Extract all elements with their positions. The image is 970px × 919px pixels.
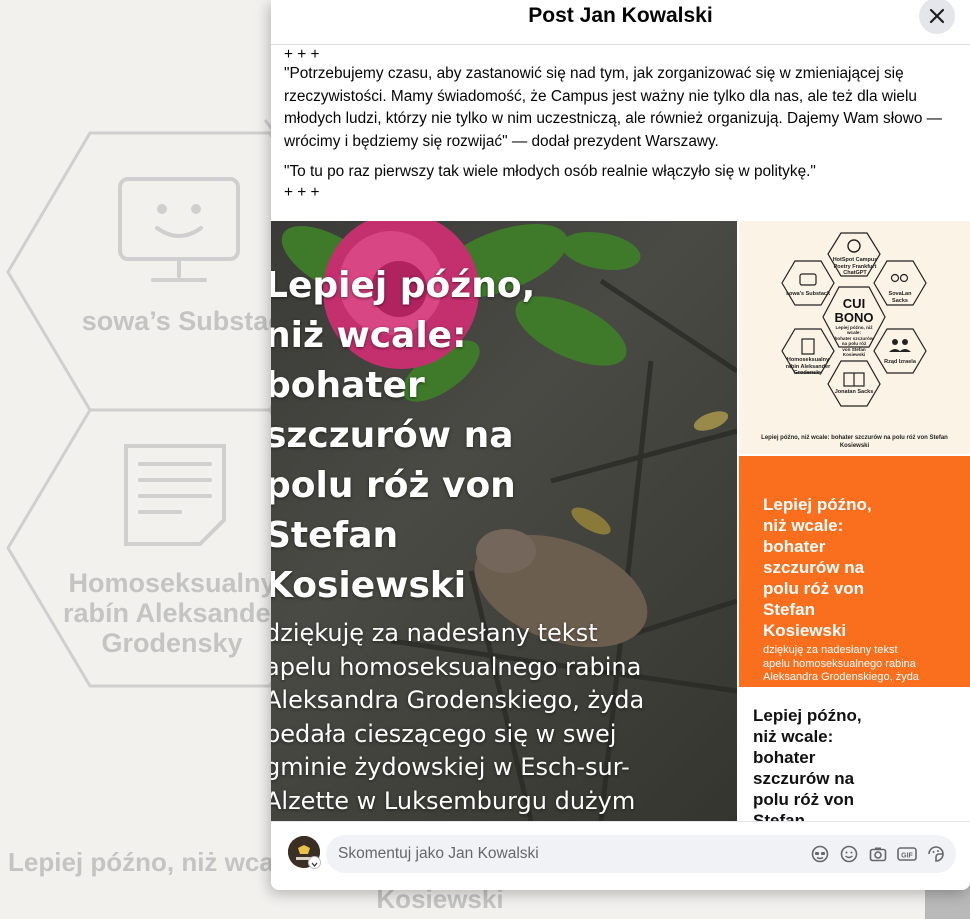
infographic-cell-5: Rząd Izraela (884, 359, 916, 365)
thumb2-title: Lepiej późno, niż wcale: bohater szczuró… (763, 494, 963, 641)
thumb2-body-line: apelu homoseksualnego rabina (763, 657, 916, 670)
comment-placeholder: Skomentuj jako Jan Kowalski (338, 845, 539, 862)
thumb3-title: Lepiej późno, niż wcale: bohater szczuró… (753, 705, 953, 821)
thumb2-body-line: dziękuję za nadesłany tekst (763, 644, 898, 656)
thumb3-title-line: Stefan (753, 811, 805, 821)
avatar-sticker-icon[interactable] (810, 844, 830, 864)
document-icon (801, 338, 815, 355)
openai-icon (847, 239, 861, 253)
comment-input[interactable]: Skomentuj jako Jan Kowalski GIF (326, 835, 956, 873)
post-paragraph-2: "To tu po raz pierwszy tak wiele młodych… (284, 163, 816, 180)
post-photo-main[interactable]: Lepiej późno, niż wcale: bohater szczuró… (271, 221, 737, 821)
infographic-cell-6: Jonatan Sacks (834, 389, 874, 395)
photo-title-line: niż wcale: (271, 315, 467, 356)
photo-overlay-text: Lepiej późno, niż wcale: bohater szczuró… (271, 261, 735, 818)
photo-title-line: polu róż von (271, 465, 516, 506)
post-marker-top: + + + (284, 46, 320, 63)
center-sub-line: Lepiej późno, niż wcale: (835, 325, 873, 336)
infographic-cell-2: sowa's Substack (785, 291, 831, 297)
photo-body-line: gminie żydowskiej w Esch-sur- (271, 753, 630, 781)
thumb2-title-line: Lepiej późno, (763, 495, 872, 514)
emoji-icon[interactable] (839, 844, 859, 864)
thumb2-body: dziękuję za nadesłany tekst apelu homose… (763, 644, 963, 685)
post-modal: Post Jan Kowalski + + + "Potrzebujemy cz… (271, 0, 970, 890)
thumb2-title-line: niż wcale: (763, 516, 844, 535)
photo-body-line: Alzette w Luksemburgu dużym (271, 786, 636, 815)
thumb3-title-line: bohater (753, 748, 816, 767)
photo-body-line: Aleksandra Grodenskiego, żyda (271, 686, 645, 714)
infographic-cell-4: Homoseksualny rabin Aleksander Grodensky (785, 357, 831, 376)
photo-title: Lepiej późno, niż wcale: bohater szczuró… (271, 261, 735, 611)
sticker-icon[interactable] (926, 844, 946, 864)
thumb2-title-line: polu róż von (763, 579, 865, 598)
comment-input-icons: GIF (810, 844, 946, 864)
post-marker-bottom: + + + (284, 183, 320, 201)
thumb2-title-line: Kosiewski (763, 621, 847, 640)
thumb3-title-line: Lepiej późno, (753, 706, 862, 725)
bg-caption: Lepiej późno, niż wcale (8, 847, 296, 877)
gif-icon[interactable]: GIF (897, 844, 917, 864)
infographic-caption: Lepiej późno, niż wcale: bohater szczuró… (761, 435, 948, 449)
post-photo-thumb-orange[interactable]: Lepiej późno, niż wcale: bohater szczuró… (739, 456, 970, 687)
camera-icon[interactable] (868, 844, 888, 864)
monitor-smiley-icon (118, 177, 240, 282)
comment-bar: Skomentuj jako Jan Kowalski GIF (271, 821, 970, 890)
photo-title-line: bohater (271, 365, 425, 406)
photo-title-line: szczurów na (271, 415, 514, 456)
thumb2-title-line: Stefan (763, 600, 815, 619)
owl-icon (890, 273, 900, 283)
monitor-smiley-icon (799, 273, 817, 286)
thumb3-title-line: polu róż von (753, 790, 855, 809)
photo-body-line: dziękuję za nadesłany tekst (271, 619, 598, 647)
thumb2-title-line: bohater (763, 537, 826, 556)
infographic-cell-1: HotSpot Campus Poetry Frankfurt ChatGPT (832, 257, 878, 276)
post-text: + + + "Potrzebujemy czasu, aby zastanowi… (284, 47, 960, 202)
avatar-dropdown-icon[interactable] (308, 856, 321, 869)
photo-title-line: Kosiewski (271, 565, 467, 606)
infographic-center-title: CUI BONO (834, 296, 874, 325)
photo-body-line: apelu homoseksualnego rabina (271, 652, 642, 681)
center-sub-line: Kosiewski (842, 352, 866, 358)
photo-body: dziękuję za nadesłany tekst apelu homose… (271, 617, 735, 818)
svg-text:GIF: GIF (901, 853, 913, 860)
thumb2-title-line: szczurów na (763, 558, 865, 577)
thumb3-title-line: niż wcale: (753, 727, 834, 746)
thumb2-body-line: Aleksandra Grodenskiego, żyda (763, 671, 919, 683)
people-icon (892, 339, 898, 345)
document-icon (124, 444, 226, 546)
post-paragraph-1: "Potrzebujemy czasu, aby zastanowić się … (284, 65, 943, 150)
thumb3-title-line: szczurów na (753, 769, 855, 788)
infographic-cell-3: SovaLan Sacks (888, 291, 912, 304)
photo-body-line: pedała cieszącego się w swej (271, 719, 617, 748)
close-icon (929, 8, 945, 24)
close-button[interactable] (919, 0, 955, 34)
post-photo-thumb-white[interactable]: Lepiej późno, niż wcale: bohater szczuró… (739, 689, 970, 821)
post-photo-thumb-infographic[interactable]: HotSpot Campus Poetry Frankfurt ChatGPT … (739, 221, 970, 454)
modal-title: Post Jan Kowalski (528, 4, 713, 27)
photo-title-line: Lepiej późno, (271, 265, 536, 306)
modal-header: Post Jan Kowalski (271, 0, 970, 45)
photo-title-line: Stefan (271, 515, 399, 556)
infographic-center-sub: Lepiej późno, niż wcale: bohater szczuró… (831, 325, 877, 357)
